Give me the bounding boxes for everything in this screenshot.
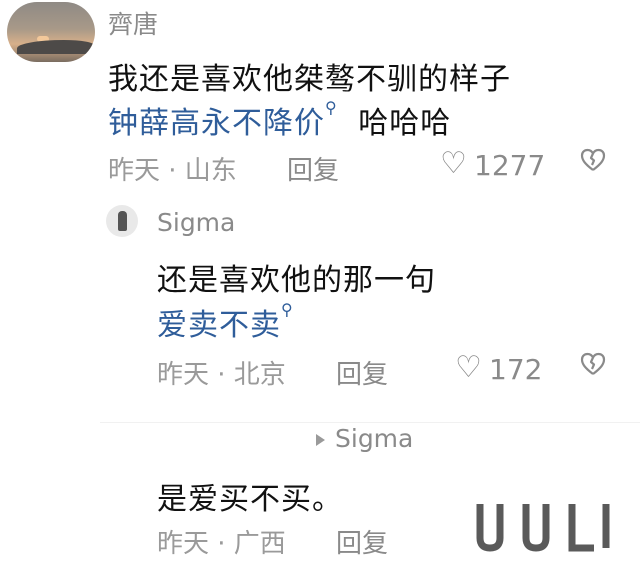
reply-button[interactable]: 回复 [287, 150, 339, 187]
like-count: 172 [489, 353, 543, 386]
divider [100, 422, 640, 423]
comment-meta: 昨天 · 山东 [108, 156, 237, 186]
triangle-right-icon [316, 434, 325, 446]
comment-meta: 昨天 · 北京 [157, 360, 286, 390]
reply-button[interactable]: 回复 [336, 354, 388, 391]
search-icon[interactable]: ⚲ [325, 98, 338, 117]
avatar[interactable] [106, 205, 138, 237]
search-link[interactable]: 爱卖不卖 [157, 308, 281, 343]
heart-outline-icon[interactable]: ♡ [455, 350, 482, 385]
comment-meta: 昨天 · 广西 [157, 529, 286, 559]
comment-text-tail: 哈哈哈 [358, 106, 452, 141]
comment-line-2: 爱卖不卖⚲ [157, 300, 294, 344]
reply-button[interactable]: 回复 [336, 523, 388, 560]
like-count: 1277 [474, 149, 546, 182]
reply-to-username[interactable]: Sigma [316, 424, 413, 453]
comment-text: 还是喜欢他的那一句 [157, 263, 436, 298]
avatar[interactable] [7, 2, 95, 62]
broken-heart-icon[interactable] [580, 146, 606, 181]
comment-text: 我还是喜欢他桀骜不驯的样子 [108, 62, 511, 97]
username[interactable]: Sigma [157, 208, 235, 237]
search-link[interactable]: 钟薛高永不降价 [108, 106, 325, 141]
comment-line-2: 钟薛高永不降价⚲ 哈哈哈 [108, 98, 451, 142]
heart-outline-icon[interactable]: ♡ [440, 146, 467, 181]
watermark-logo [476, 500, 626, 562]
comment-text: 是爱买不买。 [157, 482, 343, 517]
username[interactable]: 齊唐 [108, 5, 158, 41]
search-icon[interactable]: ⚲ [281, 300, 294, 319]
broken-heart-icon[interactable] [580, 350, 606, 385]
